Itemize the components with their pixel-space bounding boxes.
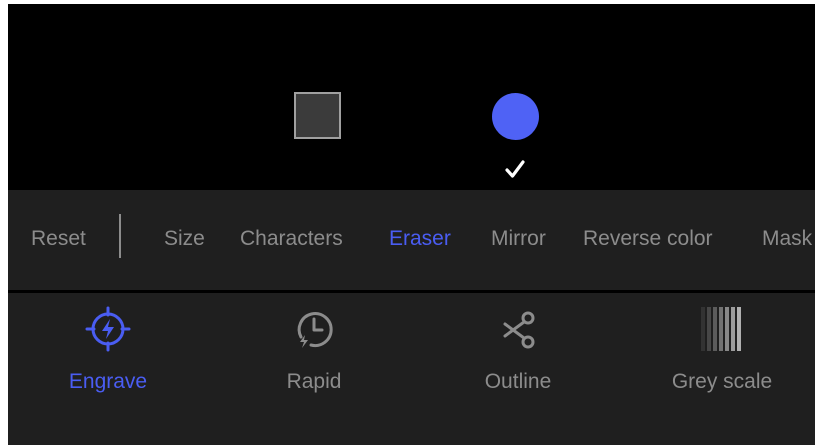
mode-label-engrave: Engrave [68,370,148,393]
eraser-shape-picker [8,4,815,190]
tab-reverse-color[interactable]: Reverse color [583,228,713,249]
checkmark-icon [505,160,525,178]
tab-size[interactable]: Size [164,228,205,249]
rapid-icon [297,312,333,348]
app-frame: Reset Size Characters Eraser Mirror Reve… [8,4,815,445]
mode-outline[interactable]: Outline [418,293,618,445]
tab-mirror[interactable]: Mirror [491,228,546,249]
mode-label-outline: Outline [484,370,552,393]
scissors-icon [503,311,535,349]
grey-scale-icon [701,307,741,351]
toolbar-divider [119,214,121,258]
mode-grey-scale[interactable]: Grey scale [622,293,815,445]
tab-mask[interactable]: Mask [762,228,812,249]
mode-engrave[interactable]: Engrave [8,293,208,445]
mode-label-grey-scale: Grey scale [671,370,773,393]
tab-characters[interactable]: Characters [240,228,343,249]
mode-rapid[interactable]: Rapid [214,293,414,445]
mode-label-rapid: Rapid [286,370,342,393]
engrave-icon [85,306,131,352]
circle-eraser-option[interactable] [492,93,539,140]
tab-eraser[interactable]: Eraser [389,228,451,249]
mode-bar: Engrave Rapid Outline Grey scale [8,293,815,445]
reset-button[interactable]: Reset [31,228,86,249]
square-eraser-option[interactable] [294,92,341,139]
